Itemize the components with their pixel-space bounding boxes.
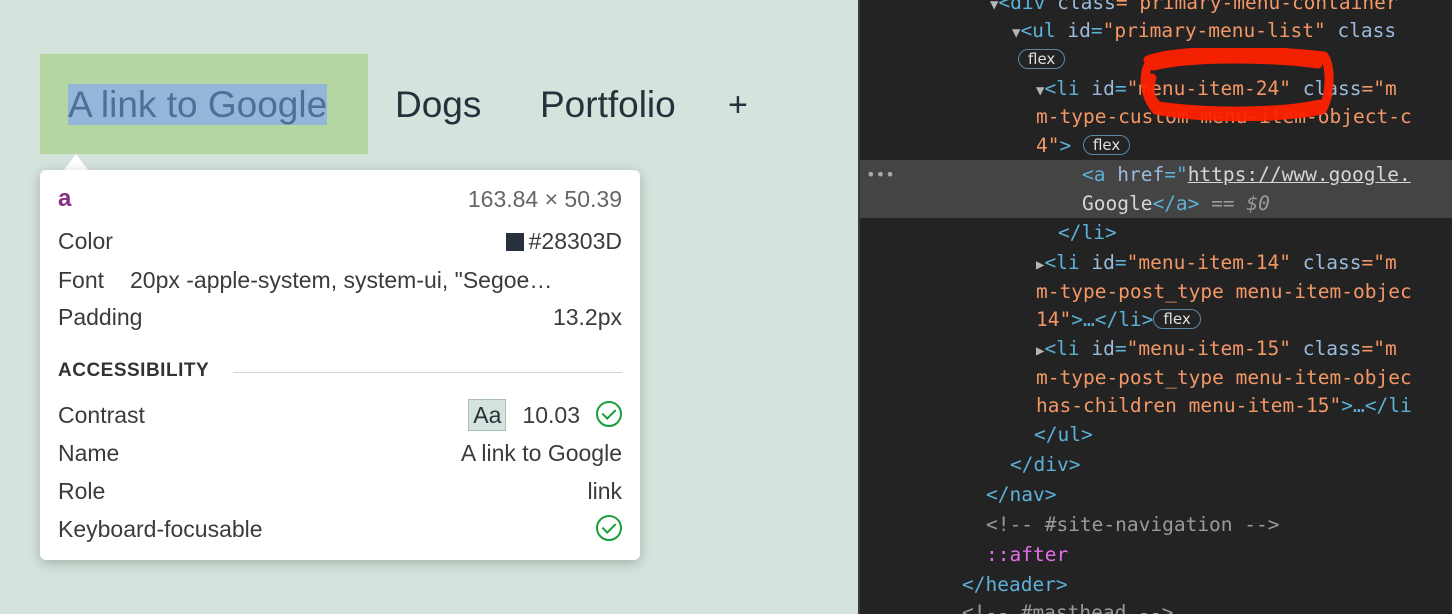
dom-node-div-container[interactable]: ▼<div class="primary-menu-container xyxy=(990,0,1452,17)
accessibility-title: ACCESSIBILITY xyxy=(58,360,210,381)
dom-node-a-selected[interactable]: ••• <a href="https://www.google. xyxy=(860,160,1452,189)
dom-node-li-14[interactable]: ▶<li id="menu-item-14" class="m xyxy=(1036,248,1452,277)
flex-badge[interactable]: flex xyxy=(1082,135,1131,155)
color-value: #28303D xyxy=(528,228,622,254)
nav-link-portfolio[interactable]: Portfolio xyxy=(540,54,676,154)
padding-value: 13.2px xyxy=(552,304,622,330)
tooltip-color-row: Color #28303D xyxy=(58,224,622,258)
dom-close-header[interactable]: </header> xyxy=(962,570,1452,599)
color-label: Color xyxy=(58,228,113,254)
tooltip-header: a 163.84 × 50.39 xyxy=(58,182,622,216)
submenu-expand-button[interactable]: + xyxy=(728,54,748,154)
inspect-tooltip: a 163.84 × 50.39 Color #28303D Font 20px… xyxy=(40,170,640,560)
page-preview: A link to Google Dogs Portfolio + a 163.… xyxy=(0,0,858,614)
dom-li-14-class-end: 14">…</li> flex xyxy=(1036,305,1452,334)
padding-label: Padding xyxy=(58,304,143,330)
name-label: Name xyxy=(58,440,120,466)
dom-node-ul[interactable]: ▼<ul id="primary-menu-list" class xyxy=(1012,16,1452,45)
contrast-label: Contrast xyxy=(58,402,145,428)
role-value: link xyxy=(587,478,622,504)
dom-li-15-class-cont: m-type-post_type menu-item-objec xyxy=(1036,366,1412,389)
href-link[interactable]: https://www.google. xyxy=(1188,163,1411,186)
role-label: Role xyxy=(58,478,106,504)
flex-badge[interactable]: flex xyxy=(1018,49,1066,69)
dom-node-a-selected-cont[interactable]: Google</a> == $0 xyxy=(860,189,1452,218)
tooltip-name-row: Name A link to Google xyxy=(58,436,622,470)
red-annotation-scribble xyxy=(1140,48,1334,122)
keyboard-label: Keyboard-focusable xyxy=(58,516,263,542)
element-tag: a xyxy=(58,185,72,212)
color-swatch xyxy=(505,233,524,251)
contrast-value: 10.03 xyxy=(522,402,580,428)
dom-pseudo-after[interactable]: ::after xyxy=(986,540,1452,569)
section-divider xyxy=(233,372,622,373)
tooltip-padding-row: Padding 13.2px xyxy=(58,300,622,334)
element-dimensions: 163.84 × 50.39 xyxy=(467,186,622,212)
dom-close-li[interactable]: </li> xyxy=(1058,218,1452,247)
dom-li-24-class-end: 4"> flex xyxy=(1036,131,1452,160)
tooltip-role-row: Role link xyxy=(58,474,622,508)
dom-node-li-15[interactable]: ▶<li id="menu-item-15" class="m xyxy=(1036,334,1452,363)
contrast-sample: Aa xyxy=(468,399,507,431)
dom-comment-masthead[interactable]: <!-- #masthead --> xyxy=(962,598,1452,614)
dom-comment-site-navigation[interactable]: <!-- #site-navigation --> xyxy=(986,510,1452,539)
dom-close-nav[interactable]: </nav> xyxy=(986,480,1452,509)
more-options-icon[interactable]: ••• xyxy=(866,160,895,189)
nav-link-dogs[interactable]: Dogs xyxy=(395,54,481,154)
tooltip-arrow xyxy=(64,154,88,170)
check-circle-icon xyxy=(596,515,622,541)
dom-close-ul[interactable]: </ul> xyxy=(1034,420,1452,449)
check-circle-icon xyxy=(596,401,622,427)
nav-link-google[interactable]: A link to Google xyxy=(40,54,368,154)
font-label: Font xyxy=(58,267,105,293)
dom-close-div[interactable]: </div> xyxy=(1010,450,1452,479)
tooltip-contrast-row: Contrast Aa 10.03 xyxy=(58,398,622,432)
accessibility-section-header: ACCESSIBILITY xyxy=(58,360,622,386)
name-value: A link to Google xyxy=(460,440,622,466)
devtools-elements-panel[interactable]: ▼<div class="primary-menu-container ▼<ul… xyxy=(858,0,1452,614)
flex-badge[interactable]: flex xyxy=(1153,309,1201,329)
font-value: 20px -apple-system, system-ui, "Segoe… xyxy=(130,267,553,293)
tooltip-font-row: Font 20px -apple-system, system-ui, "Seg… xyxy=(58,263,622,297)
dom-li-14-class-cont: m-type-post_type menu-item-objec xyxy=(1036,280,1412,303)
dom-li-15-class-end: has-children menu-item-15">…</li xyxy=(1036,394,1412,417)
tooltip-keyboard-row: Keyboard-focusable xyxy=(58,512,622,546)
nav-link-google-label: A link to Google xyxy=(68,84,328,125)
